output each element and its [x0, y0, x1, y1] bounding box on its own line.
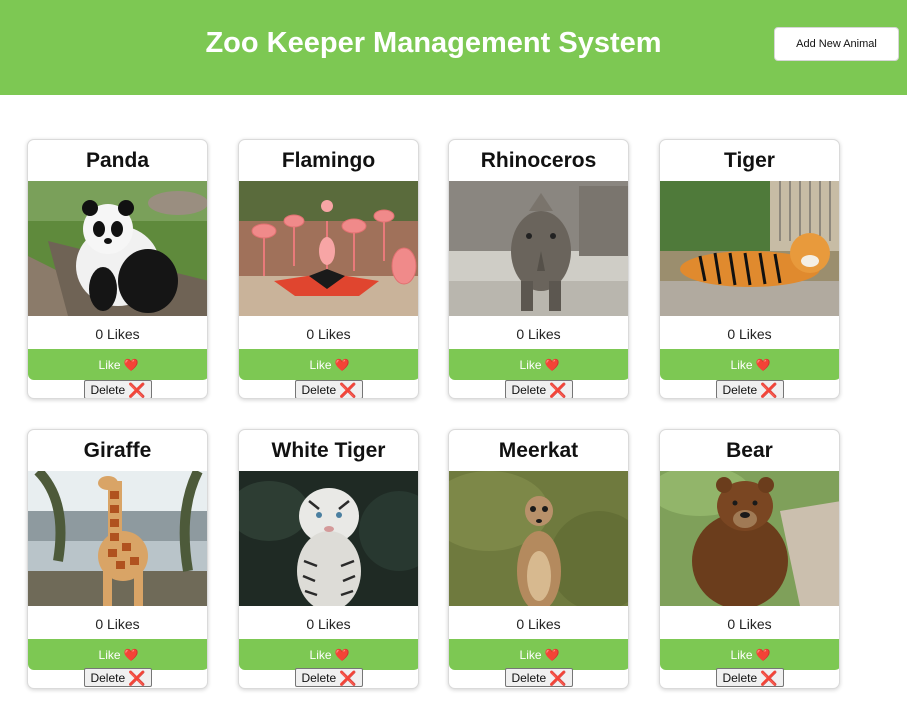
delete-label: Delete [301, 382, 337, 397]
like-label: Like [309, 357, 332, 372]
delete-button-bear[interactable]: Delete ❌ [716, 668, 784, 687]
close-icon: ❌ [760, 669, 778, 686]
likes-count: 0 Likes [306, 616, 351, 632]
delete-button-white-tiger[interactable]: Delete ❌ [295, 668, 363, 687]
close-icon: ❌ [549, 381, 567, 398]
delete-button-flamingo[interactable]: Delete ❌ [295, 380, 363, 398]
like-button-flamingo[interactable]: Like ❤️ [239, 349, 418, 380]
delete-label: Delete [511, 382, 547, 397]
delete-label: Delete [90, 670, 126, 685]
delete-label: Delete [301, 670, 337, 685]
delete-button-rhinoceros[interactable]: Delete ❌ [505, 380, 573, 398]
like-label: Like [519, 647, 542, 662]
page-title: Zoo Keeper Management System [205, 27, 662, 59]
like-label: Like [98, 357, 121, 372]
animal-name: Giraffe [83, 439, 152, 462]
like-button-bear[interactable]: Like ❤️ [660, 639, 839, 670]
heart-icon: ❤️ [334, 647, 350, 662]
like-button-panda[interactable]: Like ❤️ [28, 349, 207, 380]
animal-photo-white-tiger [239, 471, 418, 606]
animal-photo-rhinoceros [449, 181, 628, 316]
like-label: Like [519, 357, 542, 372]
animal-card-rhinoceros: Rhinoceros 0 Likes Like ❤️ Delete ❌ [448, 139, 629, 399]
like-label: Like [98, 647, 121, 662]
like-label: Like [730, 357, 753, 372]
heart-icon: ❤️ [755, 647, 771, 662]
likes-count: 0 Likes [95, 616, 140, 632]
animal-name: Flamingo [281, 149, 376, 172]
likes-count: 0 Likes [516, 616, 561, 632]
animal-card-giraffe: Giraffe 0 Likes Like ❤️ Delete ❌ [27, 429, 208, 689]
heart-icon: ❤️ [334, 357, 350, 372]
like-button-giraffe[interactable]: Like ❤️ [28, 639, 207, 670]
delete-button-meerkat[interactable]: Delete ❌ [505, 668, 573, 687]
like-button-tiger[interactable]: Like ❤️ [660, 349, 839, 380]
delete-button-panda[interactable]: Delete ❌ [84, 380, 152, 398]
like-button-rhinoceros[interactable]: Like ❤️ [449, 349, 628, 380]
close-icon: ❌ [549, 669, 567, 686]
close-icon: ❌ [128, 669, 146, 686]
heart-icon: ❤️ [544, 357, 560, 372]
likes-count: 0 Likes [306, 326, 351, 342]
heart-icon: ❤️ [123, 357, 139, 372]
heart-icon: ❤️ [544, 647, 560, 662]
delete-label: Delete [722, 382, 758, 397]
delete-button-tiger[interactable]: Delete ❌ [716, 380, 784, 398]
likes-count: 0 Likes [727, 616, 772, 632]
animal-photo-giraffe [28, 471, 207, 606]
animal-card-panda: Panda 0 Likes Like ❤️ Delete ❌ [27, 139, 208, 399]
likes-count: 0 Likes [516, 326, 561, 342]
heart-icon: ❤️ [123, 647, 139, 662]
likes-count: 0 Likes [95, 326, 140, 342]
animal-card-tiger: Tiger 0 Likes Like ❤️ Delete ❌ [659, 139, 840, 399]
like-label: Like [730, 647, 753, 662]
like-button-white-tiger[interactable]: Like ❤️ [239, 639, 418, 670]
close-icon: ❌ [128, 381, 146, 398]
close-icon: ❌ [339, 381, 357, 398]
animal-name: Meerkat [498, 439, 579, 462]
heart-icon: ❤️ [755, 357, 771, 372]
delete-label: Delete [511, 670, 547, 685]
animal-name: Tiger [724, 149, 775, 172]
animal-card-meerkat: Meerkat 0 Likes Like ❤️ Delete ❌ [448, 429, 629, 689]
animal-card-flamingo: Flamingo 0 Likes Like ❤️ Delete ❌ [238, 139, 419, 399]
animal-photo-meerkat [449, 471, 628, 606]
animal-name: Rhinoceros [480, 149, 597, 172]
delete-label: Delete [90, 382, 126, 397]
add-new-animal-button[interactable]: Add New Animal [774, 27, 899, 61]
close-icon: ❌ [339, 669, 357, 686]
animal-name: White Tiger [271, 439, 386, 462]
app-header: Zoo Keeper Management System Add New Ani… [0, 0, 907, 95]
animal-card-bear: Bear 0 Likes Like ❤️ Delete ❌ [659, 429, 840, 689]
animal-photo-flamingo [239, 181, 418, 316]
animal-photo-bear [660, 471, 839, 606]
like-label: Like [309, 647, 332, 662]
like-button-meerkat[interactable]: Like ❤️ [449, 639, 628, 670]
likes-count: 0 Likes [727, 326, 772, 342]
animal-photo-tiger [660, 181, 839, 316]
delete-label: Delete [722, 670, 758, 685]
animal-photo-panda [28, 181, 207, 316]
close-icon: ❌ [760, 381, 778, 398]
animal-name: Panda [85, 149, 150, 172]
animal-card-white-tiger: White Tiger 0 Likes Like ❤️ Delete ❌ [238, 429, 419, 689]
delete-button-giraffe[interactable]: Delete ❌ [84, 668, 152, 687]
animal-name: Bear [726, 439, 773, 462]
